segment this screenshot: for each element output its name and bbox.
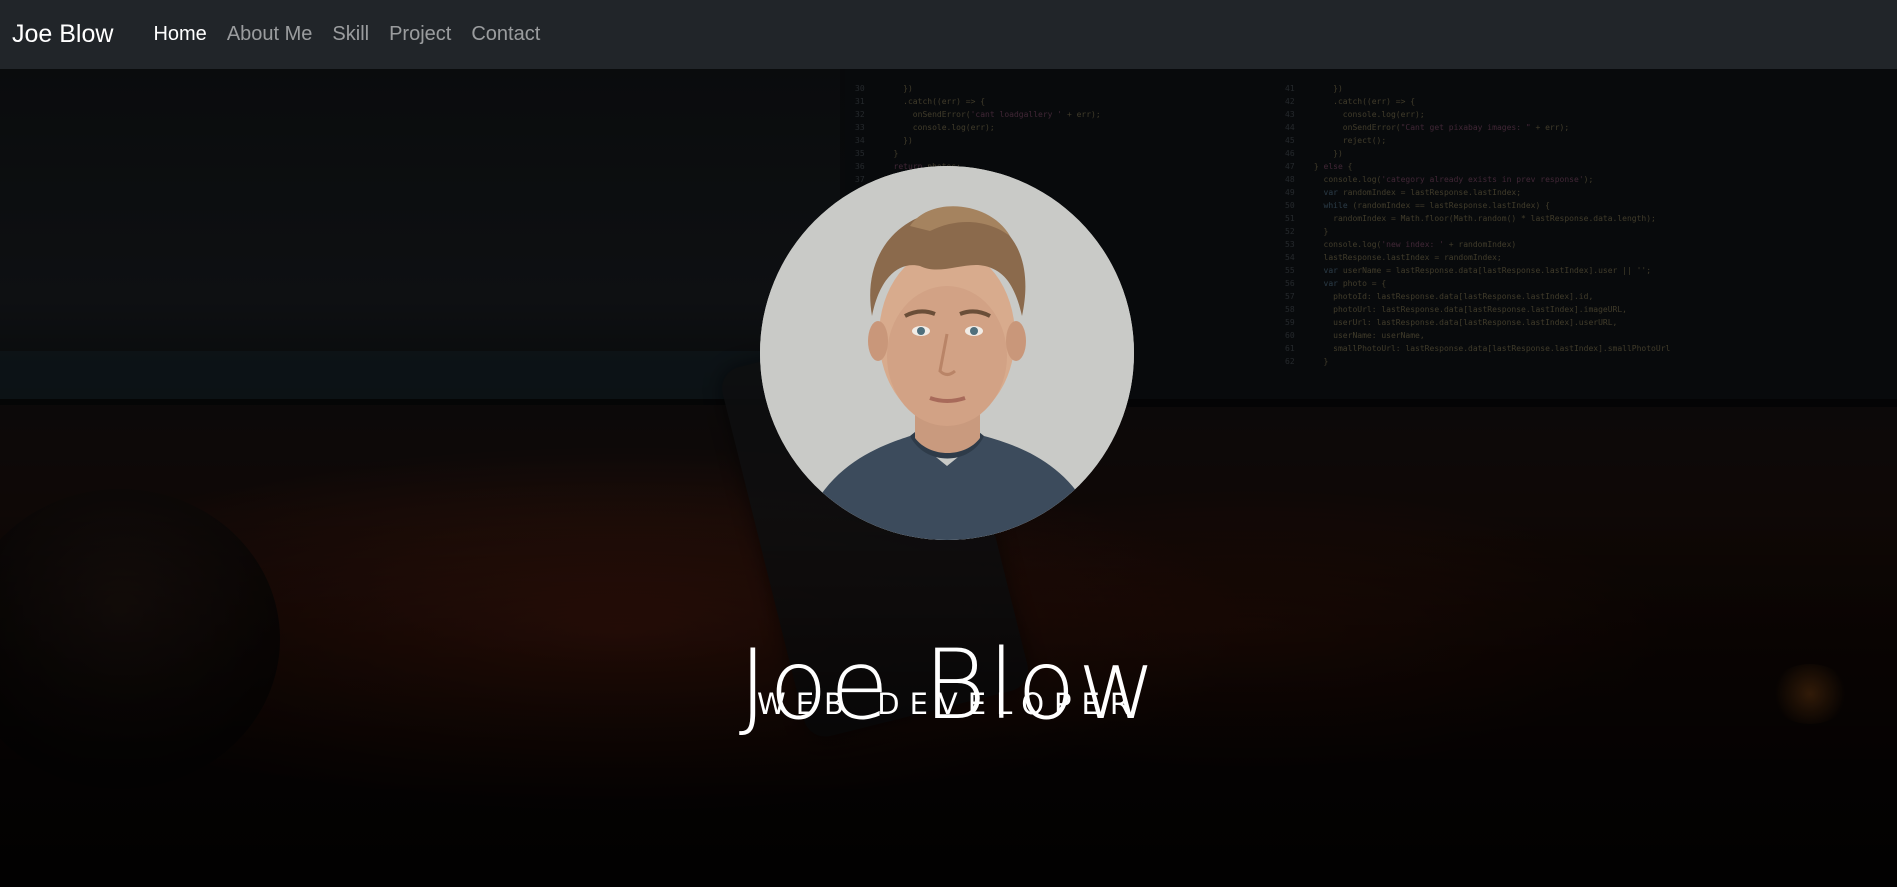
nav-link-project[interactable]: Project	[379, 23, 461, 45]
hero-section: 30 }) 31 .catch((err) => { 32 onSendErro…	[0, 69, 1897, 887]
top-navbar: Joe Blow Home About Me Skill Project Con…	[0, 0, 1897, 69]
hero-role: Web Developer	[757, 675, 1140, 724]
nav-link-about-me[interactable]: About Me	[217, 23, 323, 45]
nav-link-contact[interactable]: Contact	[461, 23, 550, 45]
profile-avatar	[760, 166, 1134, 540]
nav-item-home: Home	[143, 23, 216, 46]
nav-item-project: Project	[379, 23, 461, 46]
nav-menu: Home About Me Skill Project Contact	[143, 23, 550, 46]
navbar-brand[interactable]: Joe Blow	[12, 20, 113, 49]
nav-item-contact: Contact	[461, 23, 550, 46]
nav-link-home[interactable]: Home	[143, 23, 216, 45]
profile-photo-icon	[760, 166, 1134, 540]
nav-item-about: About Me	[217, 23, 323, 46]
nav-item-skill: Skill	[322, 23, 379, 46]
nav-link-skill[interactable]: Skill	[322, 23, 379, 45]
